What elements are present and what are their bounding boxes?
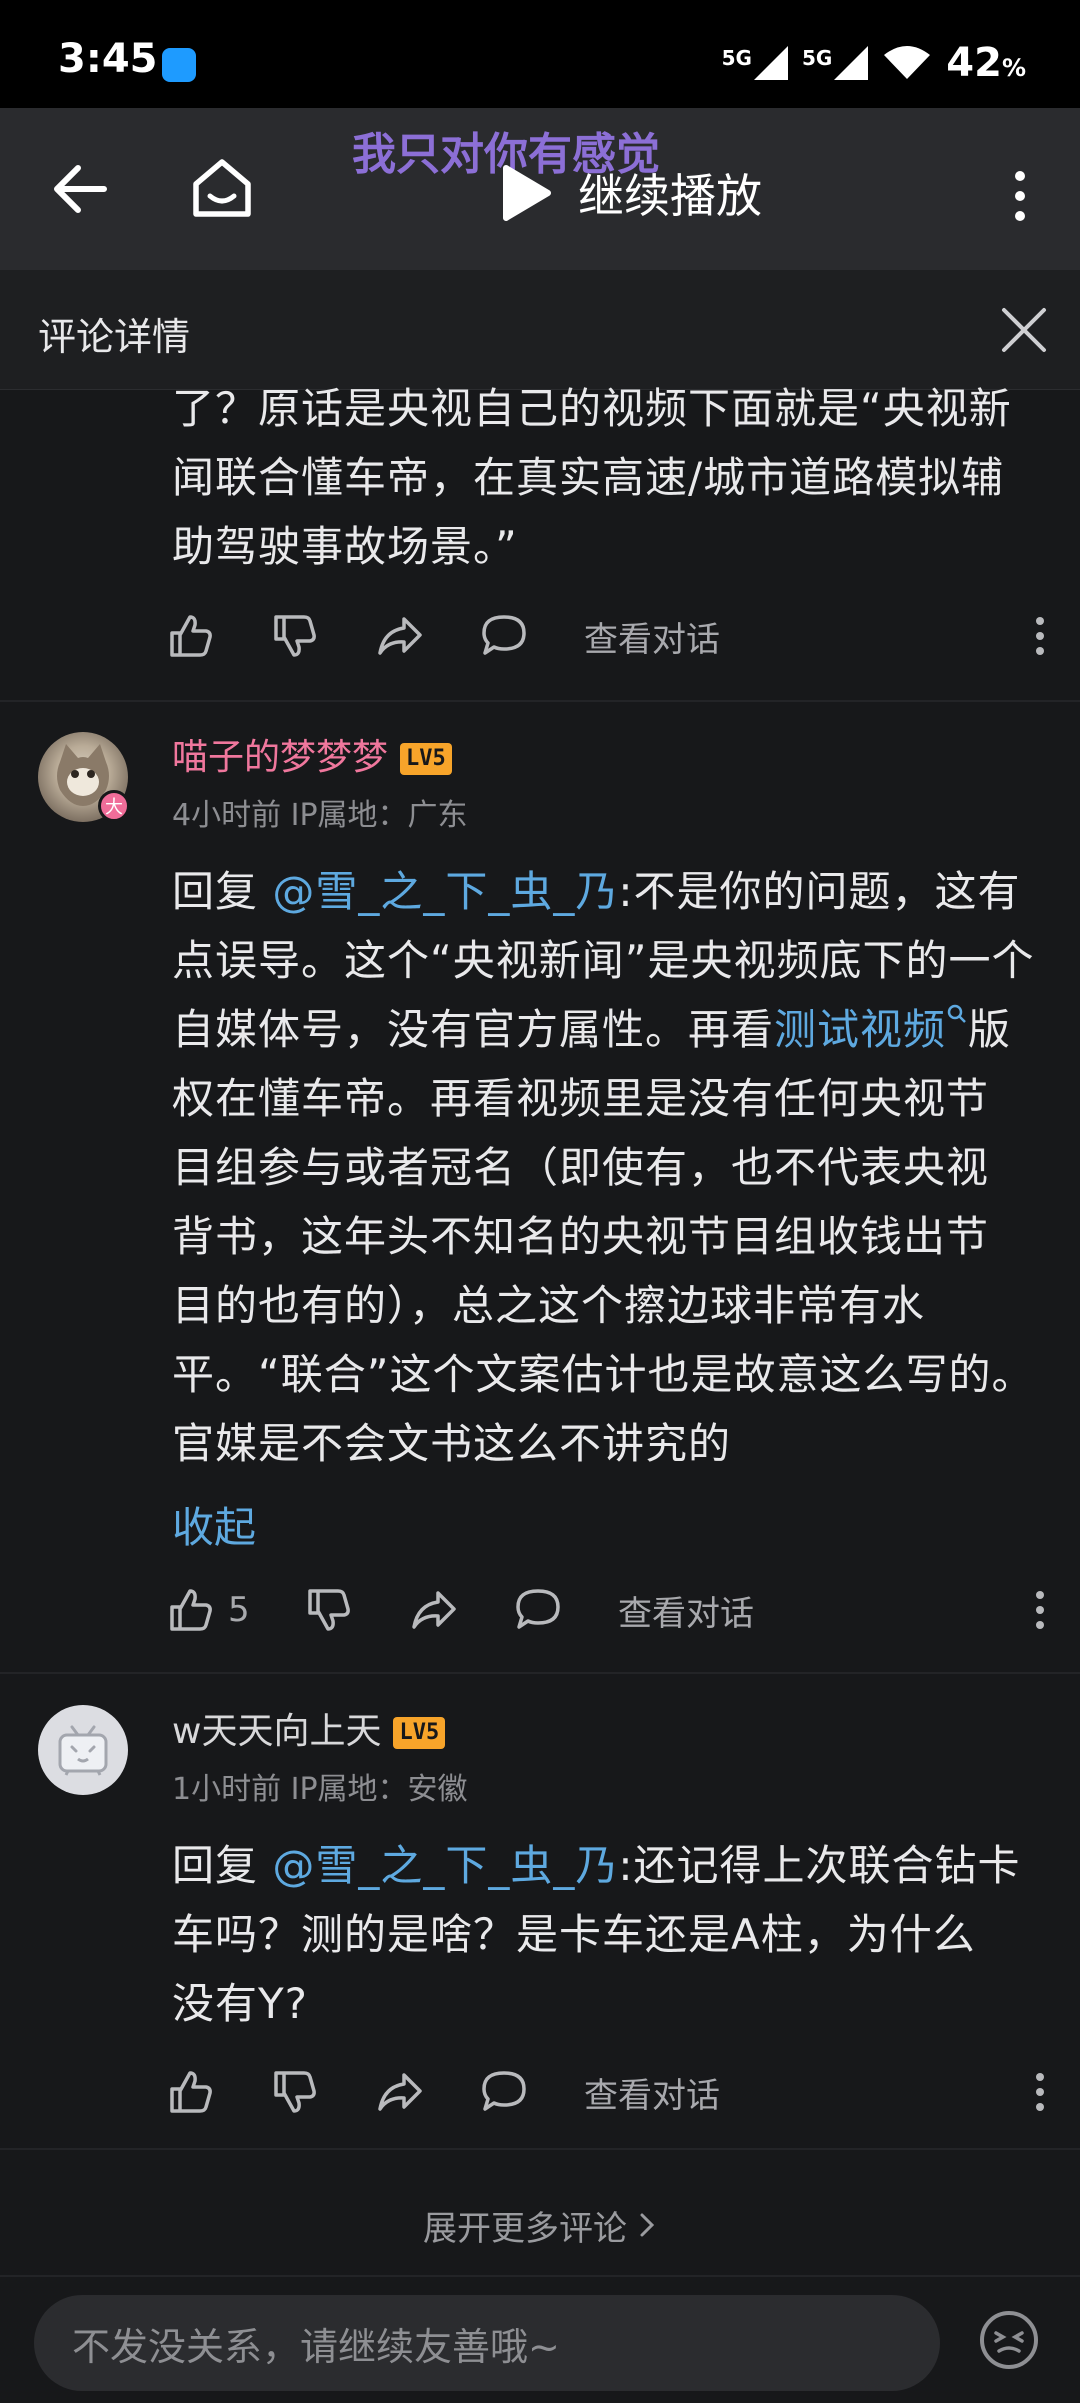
like-count: 5 (228, 1590, 250, 1630)
comment-meta: 4小时前 IP属地：广东 (172, 798, 468, 833)
level-badge: LV5 (393, 1717, 446, 1749)
signal-icon: 5G (802, 46, 869, 80)
thumbs-down-icon (274, 2071, 316, 2113)
view-conversation-link[interactable]: 查看对话 (584, 2062, 720, 2122)
mention-link[interactable]: @雪_之_下_虫_乃 (272, 867, 618, 916)
comment-input-bar: 不发没关系，请继续友善哦~ (0, 2275, 1080, 2403)
battery-percent: 42% (946, 40, 1026, 86)
share-button[interactable] (376, 606, 480, 666)
comment-meta: 1小时前 IP属地：安徽 (172, 1772, 468, 1807)
home-icon[interactable] (190, 158, 254, 220)
divider (0, 2148, 1080, 2150)
comment-body: 回复 @雪_之_下_虫_乃:还记得上次联合钻卡 车吗？测的是啥？是卡车还是A柱，… (172, 1841, 1021, 2028)
comment-actions: 查看对话 (168, 606, 1048, 666)
input-placeholder: 不发没关系，请继续友善哦~ (72, 2324, 560, 2369)
comment-bubble-icon (482, 615, 526, 655)
more-vertical-icon[interactable] (1010, 168, 1030, 224)
dislike-button[interactable] (272, 2062, 376, 2122)
share-button[interactable] (376, 2062, 480, 2122)
more-vertical-icon[interactable] (1032, 1590, 1048, 1630)
comment-actions: 查看对话 (168, 2062, 1048, 2122)
view-conversation-link[interactable]: 查看对话 (618, 1580, 754, 1640)
video-top-bar: 我只对你有感觉 继续播放 (0, 108, 1080, 270)
avatar[interactable] (38, 1705, 128, 1795)
thumbs-up-icon (170, 615, 212, 657)
chevron-right-icon (640, 2213, 655, 2237)
more-vertical-icon[interactable] (1032, 616, 1048, 656)
mention-link[interactable]: @雪_之_下_虫_乃 (272, 1841, 618, 1890)
expand-more-comments-button[interactable]: 展开更多评论 (0, 2180, 1080, 2270)
thumbs-up-icon (170, 2071, 212, 2113)
divider (0, 700, 1080, 702)
comment-actions: 5 查看对话 (168, 1580, 1048, 1640)
thumbs-up-icon (170, 1589, 212, 1631)
dislike-button[interactable] (272, 606, 376, 666)
thumbs-down-icon (274, 615, 316, 657)
username[interactable]: 喵子的梦梦梦 LV5 (172, 728, 452, 780)
play-icon (503, 165, 551, 221)
dislike-button[interactable] (306, 1580, 410, 1640)
like-button[interactable] (168, 2062, 272, 2122)
back-arrow-icon[interactable] (52, 164, 108, 214)
wifi-icon (884, 46, 931, 79)
comment-bubble-icon (516, 1589, 560, 1629)
share-icon (412, 1591, 456, 1629)
continue-play-label: 继续播放 (578, 169, 762, 223)
comment-input[interactable]: 不发没关系，请继续友善哦~ (34, 2295, 940, 2391)
emoji-icon[interactable] (974, 2305, 1044, 2375)
share-icon (378, 2073, 422, 2111)
more-vertical-icon[interactable] (1032, 2072, 1048, 2112)
username[interactable]: w天天向上天 LV5 (172, 1702, 446, 1754)
reply-button[interactable] (480, 2062, 584, 2122)
default-tv-avatar-icon (58, 1725, 108, 1776)
view-conversation-link[interactable]: 查看对话 (584, 606, 720, 666)
comment-detail-header: 评论详情 (0, 270, 1080, 390)
thumbs-down-icon (308, 1589, 350, 1631)
page-title: 评论详情 (38, 315, 191, 359)
comment-bubble-icon (482, 2071, 526, 2111)
search-icon (947, 1004, 966, 1023)
share-button[interactable] (410, 1580, 514, 1640)
clock: 3:45 (58, 36, 158, 82)
reply-button[interactable] (514, 1580, 618, 1640)
share-icon (378, 617, 422, 655)
collapse-link[interactable]: 收起 (172, 1494, 256, 1555)
status-icons: 5G 5G 42% (722, 40, 1026, 86)
like-button[interactable]: 5 (168, 1580, 306, 1640)
comment-body: 回复 @雪_之_下_虫_乃:不是你的问题，这有 点误导。这个“央视新闻”是央视频… (172, 867, 1035, 1468)
app-notification-icon (162, 48, 196, 82)
status-bar: 3:45 5G 5G 42% (0, 0, 1080, 108)
like-button[interactable] (168, 606, 272, 666)
reply-button[interactable] (480, 606, 584, 666)
level-badge: LV5 (400, 743, 452, 775)
search-link[interactable]: 测试视频 (774, 1004, 968, 1054)
close-icon[interactable] (1000, 306, 1048, 354)
divider (0, 1672, 1080, 1674)
signal-icon: 5G (722, 46, 788, 80)
continue-play-button[interactable]: 继续播放 (500, 160, 762, 226)
vip-badge: 大 (98, 790, 130, 822)
comment-body: 了？原话是央视自己的视频下面就是“央视新 闻联合懂车帝，在真实高速/城市道路模拟… (172, 384, 1012, 571)
